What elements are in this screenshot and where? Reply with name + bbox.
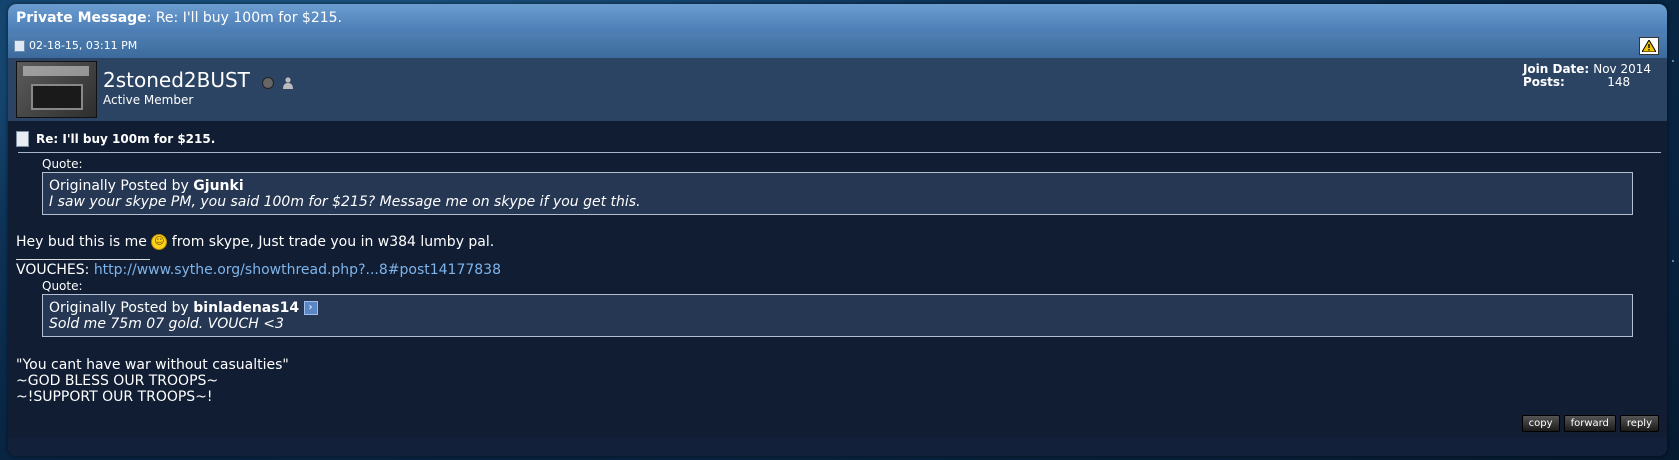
signature-quote-author: binladenas14 [193, 300, 300, 316]
title-prefix: Private Message [16, 10, 147, 26]
post-message: Hey bud this is me ☺ from skype, Just tr… [16, 234, 1659, 250]
signature-quote-label: Quote: [42, 279, 83, 293]
quote-box: Originally Posted by Gjunki I saw your s… [42, 172, 1633, 215]
user-info-bar: 2stoned2BUST Active Member Join Date: Nov… [8, 58, 1667, 121]
signature-quote-message: Sold me 75m 07 gold. VOUCH <3 [49, 316, 284, 332]
post-icon [14, 39, 25, 52]
post-title-row: Re: I'll buy 100m for $215. [16, 121, 1659, 150]
posts-label: Posts: [1522, 75, 1565, 89]
smiley-icon: ☺ [151, 234, 168, 250]
avatar[interactable] [16, 61, 97, 118]
vouches-link[interactable]: http://www.sythe.org/showthread.php?...8… [94, 262, 501, 278]
user-stats: Join Date: Nov 2014 Posts: 148 [1523, 63, 1655, 89]
offline-status-icon [262, 76, 275, 89]
signature-line-2: ~GOD BLESS OUR TROOPS~ [16, 373, 219, 389]
view-post-arrow-icon[interactable]: › [303, 301, 318, 315]
message-title-bar: Private Message: Re: I'll buy 100m for $… [8, 4, 1667, 33]
reply-button[interactable]: reply [1619, 415, 1659, 432]
signature-divider [16, 259, 150, 260]
quote-posted-by: Originally Posted by [49, 178, 189, 194]
quote-label: Quote: [42, 157, 83, 171]
username-row: 2stoned2BUST [103, 68, 293, 94]
posts-value: 148 [1607, 75, 1631, 89]
report-warning-icon[interactable] [1639, 37, 1659, 55]
quote-author: Gjunki [193, 178, 244, 194]
user-title: Active Member [103, 93, 194, 107]
post-date-bar: 02-18-15, 03:11 PM [8, 33, 1667, 58]
copy-button[interactable]: copy [1521, 415, 1560, 432]
person-icon [282, 77, 293, 89]
post-datetime: 02-18-15, 03:11 PM [29, 39, 138, 52]
quote-message: I saw your skype PM, you said 100m for $… [49, 194, 641, 210]
message-text-end: from skype, Just trade you in w384 lumby… [171, 234, 495, 250]
username-link[interactable]: 2stoned2BUST [103, 68, 250, 92]
forward-button[interactable]: forward [1563, 415, 1616, 432]
post-title: Re: I'll buy 100m for $215. [36, 132, 216, 146]
title-suffix: : Re: I'll buy 100m for $215. [146, 10, 342, 26]
post-actions: copy forward reply [1521, 415, 1659, 432]
private-message-panel: Private Message: Re: I'll buy 100m for $… [8, 4, 1667, 456]
signature-line-1: "You cant have war without casualties" [16, 357, 289, 373]
signature-line-3: ~!SUPPORT OUR TROOPS~! [16, 389, 213, 405]
document-icon [16, 131, 29, 147]
divider [18, 152, 1661, 153]
signature-vouches: VOUCHES: http://www.sythe.org/showthread… [16, 262, 1659, 278]
signature-quote-posted-by: Originally Posted by [49, 300, 189, 316]
message-text-start: Hey bud this is me [16, 234, 147, 250]
signature-quote-box: Originally Posted by binladenas14 › Sold… [42, 294, 1633, 337]
vouches-label: VOUCHES: [16, 262, 90, 278]
post-body: Re: I'll buy 100m for $215. Quote: Origi… [8, 121, 1667, 438]
